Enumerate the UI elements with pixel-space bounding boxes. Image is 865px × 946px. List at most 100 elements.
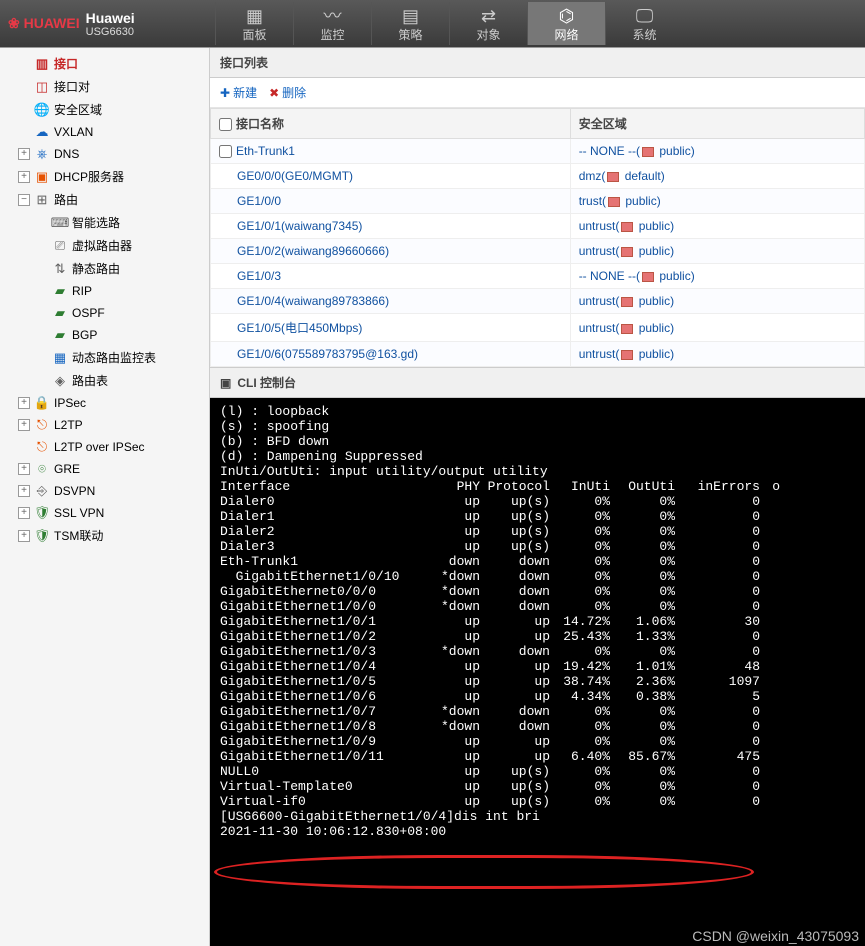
tree-expander[interactable]: + [18,530,30,542]
tree-icon: ⎈ [34,146,50,162]
top-navigation: ▦面板〰监控▤策略⇄对象⌬网络🖵系统 [215,2,865,45]
interface-link[interactable]: GE1/0/1(waiwang7345) [237,219,362,233]
zone-link[interactable]: -- NONE --( public) [579,269,695,283]
topnav-item[interactable]: ⌬网络 [527,2,605,45]
tree-label: VXLAN [54,125,93,139]
sidebar-item[interactable]: +▣DHCP服务器 [0,165,209,188]
topnav-item[interactable]: 〰监控 [293,2,371,45]
tree-expander[interactable]: + [18,485,30,497]
cli-terminal[interactable]: (l) : loopback(s) : spoofing(b) : BFD do… [210,398,865,946]
zone-link[interactable]: untrust( public) [579,347,674,361]
tree-expander[interactable]: + [18,148,30,160]
sidebar-item[interactable]: +⌾GRE [0,458,209,480]
tree-label: 接口对 [54,78,90,95]
delete-button[interactable]: 删除 [269,84,306,101]
tree-expander[interactable]: − [18,194,30,206]
tree-icon: ▰ [52,283,68,299]
interface-link[interactable]: GE1/0/0 [237,194,281,208]
tree-label: RIP [72,284,92,298]
sidebar-item[interactable]: +🔒IPSec [0,392,209,414]
topnav-item[interactable]: ▤策略 [371,2,449,45]
panel-title: 接口列表 [210,48,865,78]
nav-label: 系统 [632,28,656,42]
sidebar-item[interactable]: ▥接口 [0,52,209,75]
sidebar-item[interactable]: ◫接口对 [0,75,209,98]
zone-link[interactable]: -- NONE --( public) [579,144,695,158]
nav-label: 监控 [320,28,344,42]
tree-label: DNS [54,147,79,161]
sidebar-item[interactable]: ☁ VXLAN [0,121,209,143]
tree-label: BGP [72,328,97,342]
interface-link[interactable]: GE1/0/6(075589783795@163.gd) [237,347,418,361]
interface-link[interactable]: GE1/0/2(waiwang89660666) [237,244,389,258]
nav-label: 面板 [242,28,266,42]
sidebar-item[interactable]: +⎆DSVPN [0,480,209,502]
add-button[interactable]: 新建 [220,84,257,101]
sidebar-item[interactable]: +⎋L2TP [0,414,209,436]
tree-expander[interactable]: + [18,419,30,431]
sidebar-item[interactable]: + ⎈ DNS [0,143,209,165]
table-row: GE1/0/1(waiwang7345) untrust( public) [211,214,865,239]
tree-expander[interactable]: + [18,463,30,475]
tree-icon: ▰ [52,305,68,321]
tree-icon: ▰ [52,327,68,343]
topnav-item[interactable]: 🖵系统 [605,2,683,45]
tree-icon: ⎋ [34,439,50,455]
sidebar-item[interactable]: −⊞路由 [0,188,209,211]
zone-icon [642,147,654,157]
topnav-item[interactable]: ▦面板 [215,2,293,45]
table-row: GE1/0/0 trust( public) [211,189,865,214]
tree-label: 智能选路 [72,214,120,231]
tree-icon: 🛡 [34,505,50,521]
interface-link[interactable]: GE1/0/3 [237,269,281,283]
zone-icon [621,324,633,334]
tree-expander[interactable]: + [18,507,30,519]
sidebar-item[interactable]: 🌐安全区域 [0,98,209,121]
sidebar-item[interactable]: ⌨智能选路 [0,211,209,234]
tree-label: OSPF [72,306,105,320]
sidebar-item[interactable]: +🛡TSM联动 [0,524,209,547]
tree-icon: ⇅ [52,261,68,277]
interface-link[interactable]: GE0/0/0(GE0/MGMT) [237,169,353,183]
sidebar-item[interactable]: ▰ RIP [0,280,209,302]
tree-label: 静态路由 [72,260,120,277]
sidebar-item[interactable]: +🛡SSL VPN [0,502,209,524]
tree-label: L2TP over IPSec [54,440,145,454]
tree-icon: ☁ [34,124,50,140]
zone-link[interactable]: untrust( public) [579,321,674,335]
interface-link[interactable]: GE1/0/5(电口450Mbps) [237,321,362,335]
zone-link[interactable]: untrust( public) [579,219,674,233]
sidebar-item[interactable]: ⎚虚拟路由器 [0,234,209,257]
topnav-item[interactable]: ⇄对象 [449,2,527,45]
sidebar-item[interactable]: ⎋ L2TP over IPSec [0,436,209,458]
sidebar-item[interactable]: ▰ OSPF [0,302,209,324]
sidebar-item[interactable]: ▰ BGP [0,324,209,346]
zone-link[interactable]: untrust( public) [579,244,674,258]
sidebar-item[interactable]: ⇅静态路由 [0,257,209,280]
zone-link[interactable]: dmz( default) [579,169,665,183]
zone-link[interactable]: trust( public) [579,194,661,208]
nav-label: 网络 [554,28,578,42]
tree-expander[interactable]: + [18,397,30,409]
tree-expander[interactable]: + [18,171,30,183]
sidebar-item[interactable]: ▦动态路由监控表 [0,346,209,369]
tree-icon: ▣ [34,169,50,185]
select-all-checkbox[interactable] [219,118,232,131]
tree-icon: ◫ [34,79,50,95]
zone-link[interactable]: untrust( public) [579,294,674,308]
sidebar-item[interactable]: ◈路由表 [0,369,209,392]
device-model: USG6630 [86,26,135,38]
interface-link[interactable]: GE1/0/4(waiwang89783866) [237,294,389,308]
zone-icon [621,297,633,307]
tree-icon: ⎚ [52,238,68,254]
tree-label: L2TP [54,418,83,432]
interface-link[interactable]: Eth-Trunk1 [236,144,295,158]
nav-label: 对象 [476,28,500,42]
table-row: GE1/0/3 -- NONE --( public) [211,264,865,289]
row-checkbox[interactable] [219,145,232,158]
table-row: GE1/0/5(电口450Mbps) untrust( public) [211,314,865,342]
table-row: GE1/0/2(waiwang89660666) untrust( public… [211,239,865,264]
tree-label: 动态路由监控表 [72,349,156,366]
table-row: GE0/0/0(GE0/MGMT) dmz( default) [211,164,865,189]
tree-label: DSVPN [54,484,95,498]
